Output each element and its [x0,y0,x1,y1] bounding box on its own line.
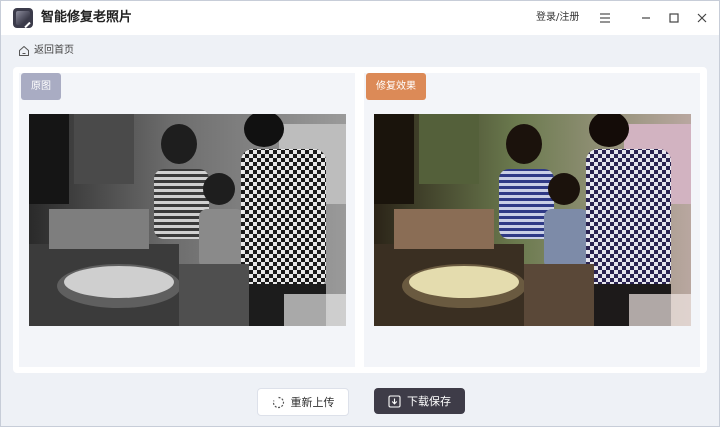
app-title: 智能修复老照片 [41,10,133,25]
download-icon [388,394,401,408]
refresh-icon [272,396,285,409]
close-icon [697,13,707,23]
maximize-button[interactable] [663,7,685,29]
menu-button[interactable] [594,7,616,29]
title-bar: 智能修复老照片 登录/注册 [1,1,719,35]
menu-icon [600,13,610,23]
app-logo-icon [13,8,33,28]
original-panel: 原图 [19,73,355,367]
app-window: 智能修复老照片 登录/注册 返回首页 原图 修复效果 重新上传 下载保存 [0,0,720,427]
reupload-label: 重新上传 [290,396,335,409]
close-button[interactable] [691,7,713,29]
maximize-icon [669,13,679,23]
reupload-button[interactable]: 重新上传 [257,388,349,416]
original-photo [29,114,346,326]
minimize-button[interactable] [635,7,657,29]
back-home-link[interactable]: 返回首页 [18,44,74,58]
home-icon [19,46,29,56]
download-button[interactable]: 下载保存 [374,388,465,414]
restored-tag: 修复效果 [366,73,426,100]
login-register-link[interactable]: 登录/注册 [536,11,579,25]
restored-panel: 修复效果 [364,73,700,367]
comparison-area: 原图 修复效果 [13,67,707,373]
restored-photo [374,114,691,326]
original-tag: 原图 [21,73,61,100]
download-label: 下载保存 [407,395,451,408]
minimize-icon [642,17,650,19]
back-home-label: 返回首页 [34,45,74,56]
